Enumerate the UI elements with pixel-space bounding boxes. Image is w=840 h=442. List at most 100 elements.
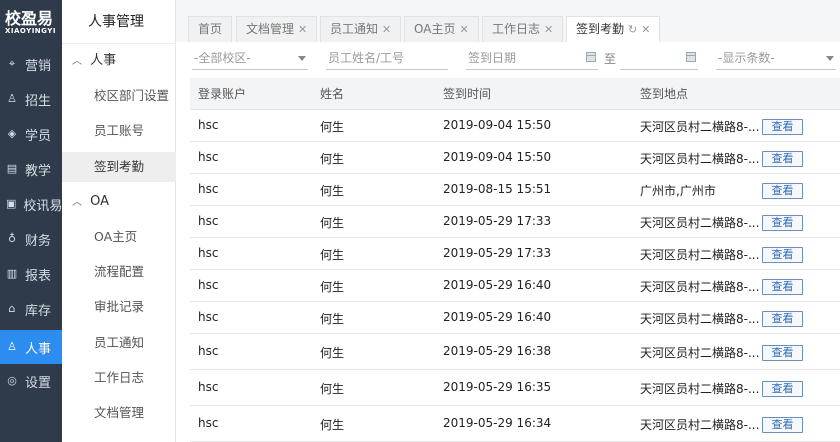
cell-name: 何生 <box>320 184 345 198</box>
cell-name: 何生 <box>320 120 345 134</box>
view-button[interactable]: 查看 <box>762 279 803 295</box>
page-size-select[interactable]: -显示条数- <box>716 48 836 70</box>
cell-location: 天河区员村二横路8-... <box>640 418 760 432</box>
submenu-group-oa[interactable]: ︿ OA <box>62 187 176 217</box>
view-button[interactable]: 查看 <box>762 311 803 327</box>
tab-attendance[interactable]: 签到考勤 ↻ ✕ <box>566 16 661 43</box>
submenu-item-workflow[interactable]: 流程配置 <box>62 257 176 287</box>
submenu-title: 人事管理 <box>62 0 176 44</box>
tab-label: 员工通知 <box>330 22 379 36</box>
nav-item-enrollment[interactable]: ♙ 招生 <box>0 82 62 116</box>
cell-location: 天河区员村二横路8-... <box>640 216 760 230</box>
nav-item-messaging[interactable]: ▣ 校讯易 <box>0 187 62 221</box>
cell-account: hsc <box>198 246 219 260</box>
tab-documents[interactable]: 文档管理 ✕ <box>236 16 318 42</box>
date-end-input[interactable] <box>620 48 698 70</box>
column-header-location: 签到地点 <box>640 87 689 101</box>
view-button[interactable]: 查看 <box>762 247 803 263</box>
close-icon[interactable]: ✕ <box>298 23 307 36</box>
gear-icon: ◎ <box>7 374 17 387</box>
refresh-icon[interactable]: ↻ <box>628 23 637 36</box>
nav-item-label: 学员 <box>25 128 52 144</box>
view-button[interactable]: 查看 <box>762 183 803 199</box>
view-button[interactable]: 查看 <box>762 345 803 361</box>
calendar-icon[interactable] <box>686 52 696 62</box>
cell-time: 2019-09-04 15:50 <box>443 118 552 132</box>
nav-item-settings[interactable]: ◎ 设置 <box>0 364 62 398</box>
campus-select[interactable]: -全部校区- <box>192 48 308 70</box>
view-button[interactable]: 查看 <box>762 151 803 167</box>
submenu-item-attendance[interactable]: 签到考勤 <box>62 152 176 182</box>
cell-account: hsc <box>198 182 219 196</box>
graduation-cap-icon: ◈ <box>7 127 17 140</box>
cell-location: 天河区员村二横路8-... <box>640 280 760 294</box>
submenu-item-oa-home[interactable]: OA主页 <box>62 222 176 252</box>
nav-item-label: 库存 <box>25 303 52 319</box>
cell-account: hsc <box>198 344 219 358</box>
submenu-item-notices[interactable]: 员工通知 <box>62 328 176 358</box>
campus-select-value: -全部校区- <box>194 51 251 65</box>
cell-name: 何生 <box>320 418 345 432</box>
nav-item-marketing[interactable]: ⌖ 营销 <box>0 47 62 81</box>
view-button[interactable]: 查看 <box>762 119 803 135</box>
date-range-separator: 至 <box>604 52 617 66</box>
submenu: 人事管理 ︿ 人事 校区部门设置 员工账号 签到考勤 ︿ OA OA主页 流程配… <box>62 0 176 442</box>
nav-item-label: 校讯易 <box>23 198 63 214</box>
chevron-down-icon <box>826 56 834 61</box>
view-button[interactable]: 查看 <box>762 381 803 397</box>
submenu-group-label: OA <box>90 194 110 209</box>
close-icon[interactable]: ✕ <box>544 23 553 36</box>
close-icon[interactable]: ✕ <box>382 23 391 36</box>
submenu-item-worklog[interactable]: 工作日志 <box>62 363 176 393</box>
chevron-up-icon: ︿ <box>72 197 82 208</box>
cell-name: 何生 <box>320 152 345 166</box>
submenu-item-campus-dept[interactable]: 校区部门设置 <box>62 81 176 111</box>
submenu-item-staff-accounts[interactable]: 员工账号 <box>62 116 176 146</box>
cell-time: 2019-05-29 16:40 <box>443 278 552 292</box>
date-start-input[interactable]: 签到日期 <box>466 48 598 70</box>
nav-item-finance[interactable]: ♁ 财务 <box>0 222 62 256</box>
cell-account: hsc <box>198 150 219 164</box>
column-header-name: 姓名 <box>320 87 345 101</box>
cell-account: hsc <box>198 310 219 324</box>
cell-location: 天河区员村二横路8-... <box>640 346 760 360</box>
submenu-group-label: 人事 <box>90 53 117 68</box>
calendar-icon[interactable] <box>586 52 596 62</box>
submenu-group-hr[interactable]: ︿ 人事 <box>62 46 176 76</box>
tab-worklog[interactable]: 工作日志 ✕ <box>482 16 564 42</box>
nav-item-label: 营销 <box>25 58 52 74</box>
cell-location: 天河区员村二横路8-... <box>640 382 760 396</box>
tab-label: 首页 <box>198 22 223 36</box>
tab-notices[interactable]: 员工通知 ✕ <box>320 16 402 42</box>
logo-subtext: XIAOYINGYI <box>5 27 56 35</box>
view-button[interactable]: 查看 <box>762 417 803 433</box>
tab-bar: 首页 文档管理 ✕ 员工通知 ✕ OA主页 ✕ 工作日志 ✕ 签到考勤 ↻ ✕ <box>176 0 840 43</box>
nav-item-hr[interactable]: ♙ 人事 <box>0 330 62 364</box>
nav-item-label: 教学 <box>25 163 52 179</box>
cell-name: 何生 <box>320 280 345 294</box>
tab-home[interactable]: 首页 <box>188 16 233 42</box>
table-header: 登录账户 姓名 签到时间 签到地点 <box>190 78 840 110</box>
close-icon[interactable]: ✕ <box>459 23 468 36</box>
submenu-item-approvals[interactable]: 审批记录 <box>62 292 176 322</box>
nav-item-inventory[interactable]: ⌂ 库存 <box>0 292 62 326</box>
cell-account: hsc <box>198 118 219 132</box>
cell-location: 天河区员村二横路8-... <box>640 152 760 166</box>
nav-item-students[interactable]: ◈ 学员 <box>0 117 62 151</box>
nav-item-reports[interactable]: ▥ 报表 <box>0 257 62 291</box>
submenu-item-documents[interactable]: 文档管理 <box>62 398 176 428</box>
view-button[interactable]: 查看 <box>762 215 803 231</box>
nav-item-teaching[interactable]: ▤ 教学 <box>0 152 62 186</box>
table-row: hsc 何生 2019-09-04 15:50 天河区员村二横路8-... 查看 <box>190 142 840 174</box>
logo-text: 校盈易 <box>5 9 54 28</box>
user-icon: ♙ <box>7 92 17 105</box>
tab-oa-home[interactable]: OA主页 ✕ <box>404 16 479 42</box>
employee-search-input[interactable]: 员工姓名/工号 <box>326 48 448 70</box>
cell-location: 天河区员村二横路8-... <box>640 120 760 134</box>
people-icon: ♙ <box>7 340 17 353</box>
message-icon: ▣ <box>6 197 17 210</box>
cell-location: 天河区员村二横路8-... <box>640 248 760 262</box>
tag-icon: ⌖ <box>8 57 16 70</box>
tab-label: OA主页 <box>414 22 456 36</box>
close-icon[interactable]: ✕ <box>641 23 650 36</box>
